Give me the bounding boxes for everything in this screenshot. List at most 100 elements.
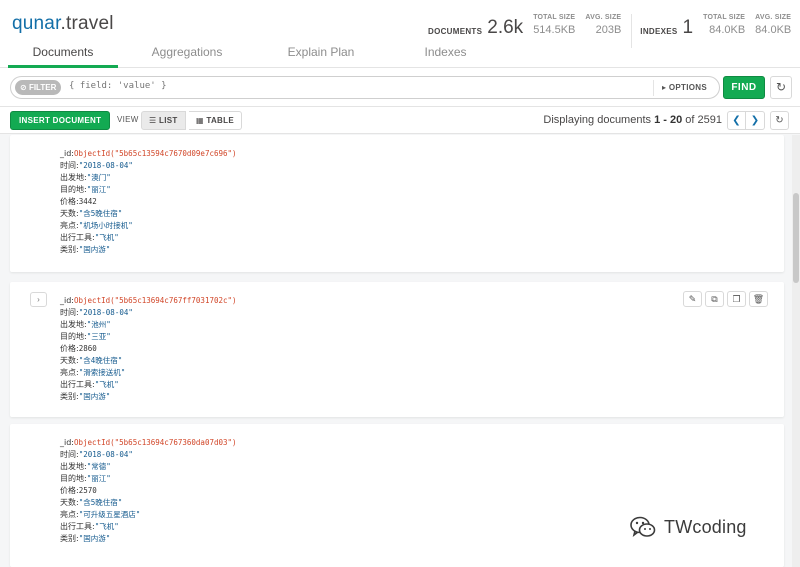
previous-page-icon[interactable]: ❮ — [727, 111, 746, 130]
document-actions: ✎ ⧉ ❐ 🗑 — [683, 291, 768, 307]
field-value: "国内游" — [78, 245, 111, 254]
database-name[interactable]: qunar — [12, 13, 61, 34]
indexes-label: INDEXES — [640, 27, 678, 36]
field-days: 天数:"含4晚住宿" — [60, 355, 237, 367]
field-category: 类别:"国内游" — [60, 244, 237, 256]
caret-right-icon: ▸ — [662, 83, 667, 92]
pagination-summary: Displaying documents 1 - 20 of 2591 — [543, 114, 722, 126]
document-fields: _id:ObjectId("5b65c13694c767360da07d03")… — [60, 437, 237, 545]
field-highlight: 亮点:"可升级五星酒店" — [60, 509, 237, 521]
field-highlight: 亮点:"滑索接送机" — [60, 367, 237, 379]
edit-pencil-icon[interactable]: ✎ — [683, 291, 702, 307]
field-value: "三亚" — [86, 332, 111, 341]
watermark: TWcoding — [628, 512, 747, 542]
tab-aggregations[interactable]: Aggregations — [126, 42, 248, 68]
field-price: 价格:3442 — [60, 196, 237, 208]
field-dest: 目的地:"三亚" — [60, 331, 237, 343]
documents-toolbar: INSERT DOCUMENT VIEW ☰ LIST ▦ TABLE Disp… — [0, 107, 800, 134]
field-key: _id: — [60, 438, 74, 447]
field-value: "2018-08-04" — [78, 161, 133, 170]
field-from: 出发地:"池州" — [60, 319, 237, 331]
field-value: "国内游" — [78, 392, 111, 401]
view-list-button[interactable]: ☰ LIST — [141, 111, 186, 130]
wechat-logo-icon — [630, 516, 656, 537]
field-value: "澳门" — [86, 173, 111, 182]
field-value: "机场小时接机" — [78, 221, 133, 230]
field-key: 天数: — [60, 209, 79, 218]
field-key: 天数: — [60, 498, 79, 507]
document-card[interactable]: _id:ObjectId("5b65c13694c767360da07d03")… — [10, 424, 784, 567]
field-key: 天数: — [60, 356, 79, 365]
idx-total-size-label: TOTAL SIZE — [703, 14, 746, 21]
document-card[interactable]: _id:ObjectId("5b65c13594c7670d09e7c696")… — [10, 135, 784, 272]
collection-tabs: Documents Aggregations Explain Plan Inde… — [0, 42, 499, 68]
document-list-scrollbar[interactable] — [792, 135, 800, 567]
expand-document-icon[interactable]: › — [30, 292, 47, 307]
field-key: 价格: — [60, 486, 79, 495]
field-value: "可升级五星酒店" — [78, 510, 141, 519]
field-key: 亮点: — [60, 221, 79, 230]
field-value: ObjectId("5b65c13694c767ff7031702c") — [74, 296, 237, 305]
field-key: 价格: — [60, 344, 79, 353]
table-label: TABLE — [206, 116, 234, 125]
field-key: 类别: — [60, 245, 79, 254]
field-key: 出发地: — [60, 462, 87, 471]
view-table-button[interactable]: ▦ TABLE — [189, 111, 242, 130]
field-id: _id:ObjectId("5b65c13594c7670d09e7c696") — [60, 148, 237, 160]
idx-avg-size: AVG. SIZE 84.0KB — [755, 14, 791, 36]
field-price: 价格:2860 — [60, 343, 237, 355]
collection-name: .travel — [60, 13, 114, 34]
scrollbar-thumb[interactable] — [793, 193, 799, 283]
field-days: 天数:"含5晚住宿" — [60, 208, 237, 220]
field-key: _id: — [60, 296, 74, 305]
field-value: 3442 — [78, 197, 97, 206]
field-key: 出行工具: — [60, 233, 95, 242]
tab-documents[interactable]: Documents — [8, 42, 118, 68]
field-key: 出行工具: — [60, 380, 95, 389]
filter-label: FILTER — [28, 83, 57, 92]
clone-icon[interactable]: ❐ — [727, 291, 746, 307]
document-card[interactable]: › _id:ObjectId("5b65c13694c767ff7031702c… — [10, 282, 784, 417]
field-key: _id: — [60, 149, 74, 158]
filter-box[interactable]: ⊘ FILTER ▸ OPTIONS — [10, 76, 720, 99]
idx-total-size-value: 84.0KB — [709, 24, 746, 36]
filter-pill: ⊘ FILTER — [15, 80, 62, 95]
field-id: _id:ObjectId("5b65c13694c767ff7031702c") — [60, 295, 237, 307]
field-key: 出发地: — [60, 173, 87, 182]
list-icon: ☰ — [149, 116, 157, 125]
copy-icon[interactable]: ⧉ — [705, 291, 724, 307]
field-value: ObjectId("5b65c13694c767360da07d03") — [74, 438, 237, 447]
field-value: ObjectId("5b65c13594c7670d09e7c696") — [74, 149, 237, 158]
field-value: "飞机" — [94, 233, 119, 242]
field-value: "飞机" — [94, 380, 119, 389]
documents-count: 2.6k — [487, 17, 524, 38]
field-from: 出发地:"常德" — [60, 461, 237, 473]
field-price: 价格:2570 — [60, 485, 237, 497]
delete-trash-icon[interactable]: 🗑 — [749, 291, 768, 307]
field-category: 类别:"国内游" — [60, 391, 237, 403]
tab-explain-plan[interactable]: Explain Plan — [250, 42, 392, 68]
next-page-icon[interactable]: ❯ — [746, 111, 765, 130]
find-button[interactable]: FIND — [723, 76, 765, 99]
insert-document-button[interactable]: INSERT DOCUMENT — [10, 111, 111, 130]
field-key: 亮点: — [60, 510, 79, 519]
documents-label: DOCUMENTS — [428, 27, 483, 36]
doc-avg-size-label: AVG. SIZE — [585, 14, 622, 21]
field-transport: 出行工具:"飞机" — [60, 521, 237, 533]
refresh-icon[interactable]: ↻ — [770, 111, 789, 130]
options-button[interactable]: ▸ OPTIONS — [653, 80, 715, 96]
reset-icon[interactable]: ↻ — [770, 76, 792, 99]
field-value: 2860 — [78, 344, 97, 353]
field-transport: 出行工具:"飞机" — [60, 379, 237, 391]
field-key: 出行工具: — [60, 522, 95, 531]
options-label: OPTIONS — [668, 83, 707, 92]
field-key: 价格: — [60, 197, 79, 206]
field-key: 亮点: — [60, 368, 79, 377]
field-days: 天数:"含5晚住宿" — [60, 497, 237, 509]
field-value: "池州" — [86, 320, 111, 329]
document-fields: _id:ObjectId("5b65c13694c767ff7031702c")… — [60, 295, 237, 403]
field-value: "丽江" — [86, 185, 111, 194]
field-highlight: 亮点:"机场小时接机" — [60, 220, 237, 232]
doc-total-size-value: 514.5KB — [533, 24, 576, 36]
filter-input[interactable] — [69, 81, 569, 91]
